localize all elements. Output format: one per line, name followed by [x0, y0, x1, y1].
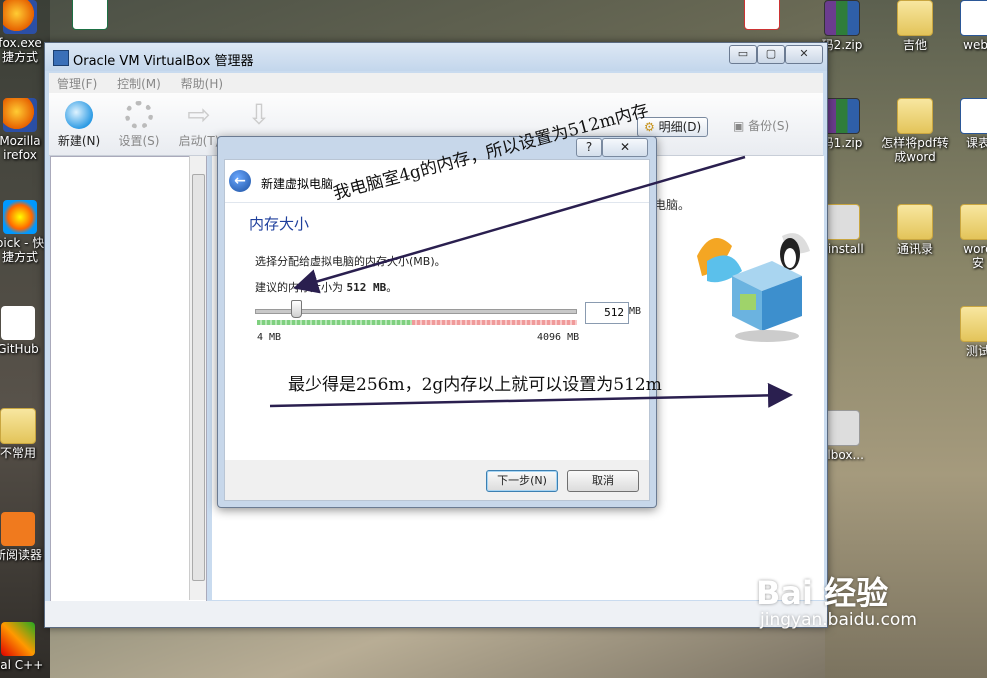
annotation-arrow-bottom: [269, 382, 793, 408]
watermark-brand: Bai 经验: [756, 574, 889, 612]
annotation-note-bottom: 最少得是256m，2g内存以上就可以设置为512m: [288, 375, 662, 395]
watermark-url: jingyan.baidu.com: [760, 610, 917, 630]
baidu-jingyan-watermark: Bai 经验 jingyan.baidu.com: [756, 568, 946, 648]
